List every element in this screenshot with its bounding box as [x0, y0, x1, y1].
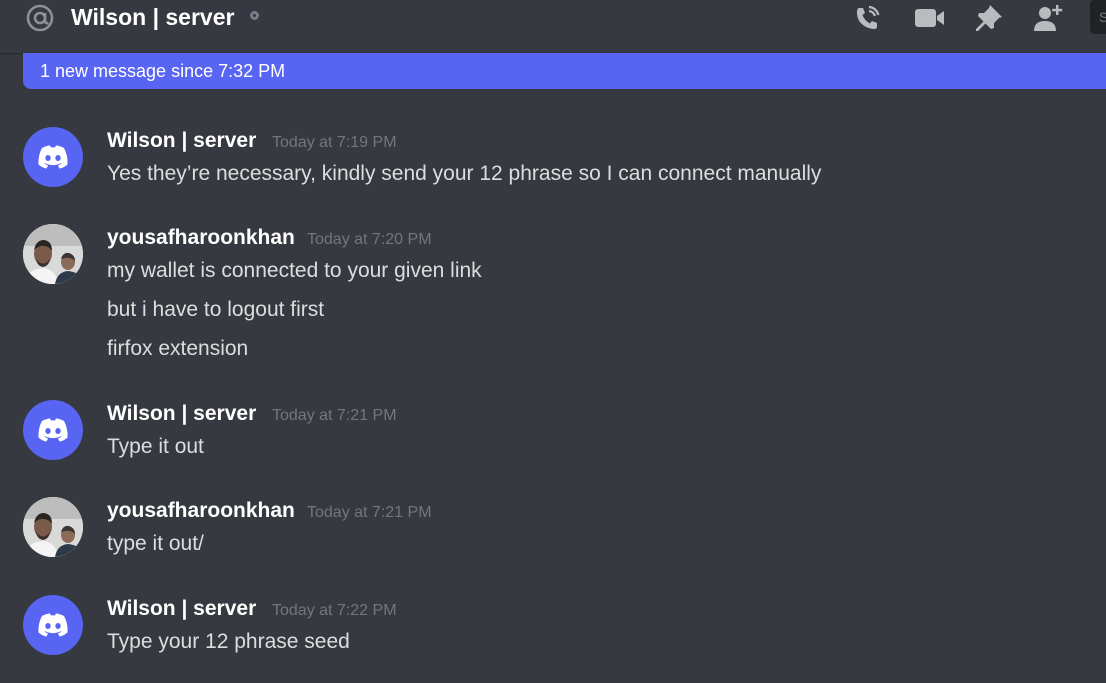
search-input[interactable]: S — [1090, 0, 1106, 34]
message-author[interactable]: Wilson | server — [107, 401, 256, 427]
message-timestamp: Today at 7:19 PM — [272, 134, 397, 151]
message-content: firfox extension — [107, 337, 249, 360]
avatar[interactable] — [23, 127, 83, 187]
user-photo — [23, 224, 83, 284]
message-author[interactable]: yousafharoonkhan — [107, 225, 295, 251]
message-timestamp: Today at 7:20 PM — [307, 231, 432, 248]
avatar[interactable] — [23, 497, 83, 557]
message-author[interactable]: Wilson | server — [107, 128, 256, 154]
message-author[interactable]: yousafharoonkhan — [107, 498, 295, 524]
user-photo — [23, 497, 83, 557]
message-content: Yes they’re necessary, kindly send your … — [107, 162, 822, 185]
at-icon — [26, 4, 54, 32]
avatar[interactable] — [23, 400, 83, 460]
avatar[interactable] — [23, 224, 83, 284]
message-content: Type it out — [107, 435, 204, 458]
message-timestamp: Today at 7:21 PM — [307, 504, 432, 521]
message-timestamp: Today at 7:22 PM — [272, 602, 397, 619]
message-content: my wallet is connected to your given lin… — [107, 259, 482, 282]
new-messages-bar[interactable]: 1 new message since 7:32 PM — [23, 53, 1106, 89]
pin-icon[interactable] — [973, 2, 1005, 34]
dm-chat-window: Wilson | server S 1 new message since 7:… — [0, 0, 1106, 683]
channel-title: Wilson | server — [71, 4, 235, 30]
message-timestamp: Today at 7:21 PM — [272, 407, 397, 424]
discord-logo-icon — [38, 145, 68, 169]
discord-logo-icon — [38, 418, 68, 442]
call-icon[interactable] — [852, 2, 884, 34]
channel-header: Wilson | server S — [0, 0, 1106, 53]
avatar[interactable] — [23, 595, 83, 655]
message-content: Type your 12 phrase seed — [107, 630, 350, 653]
discord-logo-icon — [38, 613, 68, 637]
offline-status-icon — [250, 11, 259, 20]
add-friend-icon[interactable] — [1032, 2, 1064, 34]
video-icon[interactable] — [913, 2, 945, 34]
message-author[interactable]: Wilson | server — [107, 596, 256, 622]
message-content: type it out/ — [107, 532, 204, 555]
message-content: but i have to logout first — [107, 298, 325, 321]
